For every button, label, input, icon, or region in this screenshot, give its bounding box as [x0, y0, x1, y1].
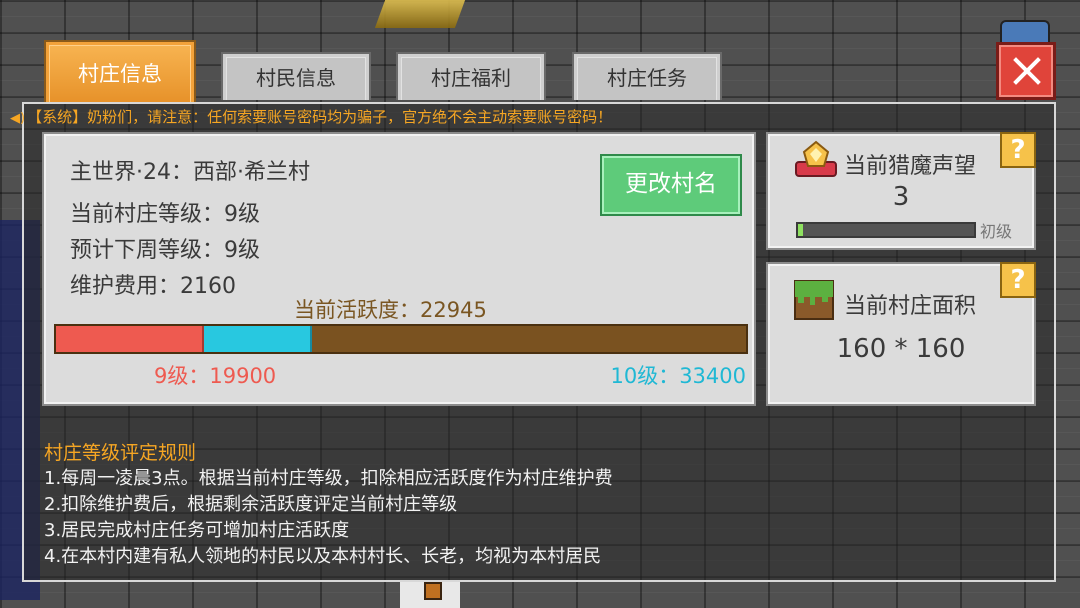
reputation-progress-fill	[798, 224, 804, 236]
area-help-button[interactable]: ?	[1000, 262, 1036, 298]
activity-progress-bar	[54, 324, 748, 354]
village-location: 主世界·24：西部·希兰村	[70, 160, 310, 185]
rule-item: 1.每周一凌晨3点。根据当前村庄等级，扣除相应活跃度作为村庄维护费	[44, 468, 613, 489]
village-info-card: 主世界·24：西部·希兰村 当前村庄等级：9级 预计下周等级：9级 维护费用：2…	[42, 132, 756, 406]
village-area-card: 当前村庄面积 160 * 160 ?	[766, 262, 1036, 406]
speaker-icon: ◀)	[10, 111, 26, 126]
reputation-tier: 初级	[980, 222, 1013, 241]
tab-village-welfare[interactable]: 村庄福利	[396, 52, 546, 100]
activity-fill-level-low	[56, 326, 204, 352]
area-title: 当前村庄面积	[844, 294, 977, 319]
tab-label: 村民信息	[256, 66, 336, 90]
rule-item: 3.居民完成村庄任务可增加村庄活跃度	[44, 520, 350, 541]
reputation-title: 当前猎魔声望	[844, 154, 977, 179]
torch-block-decoration	[424, 582, 442, 600]
tab-villager-info[interactable]: 村民信息	[221, 52, 371, 100]
tab-label: 村庄福利	[431, 66, 511, 90]
tab-village-tasks[interactable]: 村庄任务	[572, 52, 722, 100]
reputation-crown-icon	[795, 140, 837, 177]
close-icon	[1013, 57, 1041, 85]
rule-item: 2.扣除维护费后，根据剩余活跃度评定当前村庄等级	[44, 494, 458, 515]
close-button[interactable]	[996, 42, 1056, 100]
rename-village-button[interactable]: 更改村名	[600, 154, 742, 216]
golden-block-decoration	[374, 0, 466, 28]
rule-item: 4.在本村内建有私人领地的村民以及本村村长、长老，均视为本村居民	[44, 546, 602, 567]
activity-fill-current	[204, 326, 312, 352]
current-activity: 当前活跃度：22945	[294, 298, 487, 322]
level-9-threshold: 9级：19900	[154, 364, 277, 388]
rules-title: 村庄等级评定规则	[44, 442, 197, 464]
maintenance-cost: 维护费用：2160	[70, 274, 236, 299]
level-10-threshold: 10级：33400	[610, 364, 746, 388]
current-village-level: 当前村庄等级：9级	[70, 202, 260, 227]
tab-village-info[interactable]: 村庄信息	[44, 40, 196, 102]
grass-block-icon	[794, 280, 834, 320]
notice-text: 【系统】奶粉们，请注意：任何索要账号密码均为骗子，官方绝不会主动索要账号密码！	[27, 108, 613, 126]
system-notice: ◀) 【系统】奶粉们，请注意：任何索要账号密码均为骗子，官方绝不会主动索要账号密码…	[10, 104, 612, 130]
reputation-help-button[interactable]: ?	[1000, 132, 1036, 168]
hunter-reputation-card: 当前猎魔声望 3 初级 ?	[766, 132, 1036, 250]
tab-label: 村庄任务	[607, 66, 687, 90]
tab-label: 村庄信息	[78, 62, 162, 86]
next-week-level: 预计下周等级：9级	[70, 238, 260, 263]
reputation-value: 3	[892, 182, 910, 212]
reputation-progress-bar	[796, 222, 976, 238]
area-value: 160 * 160	[836, 334, 966, 364]
